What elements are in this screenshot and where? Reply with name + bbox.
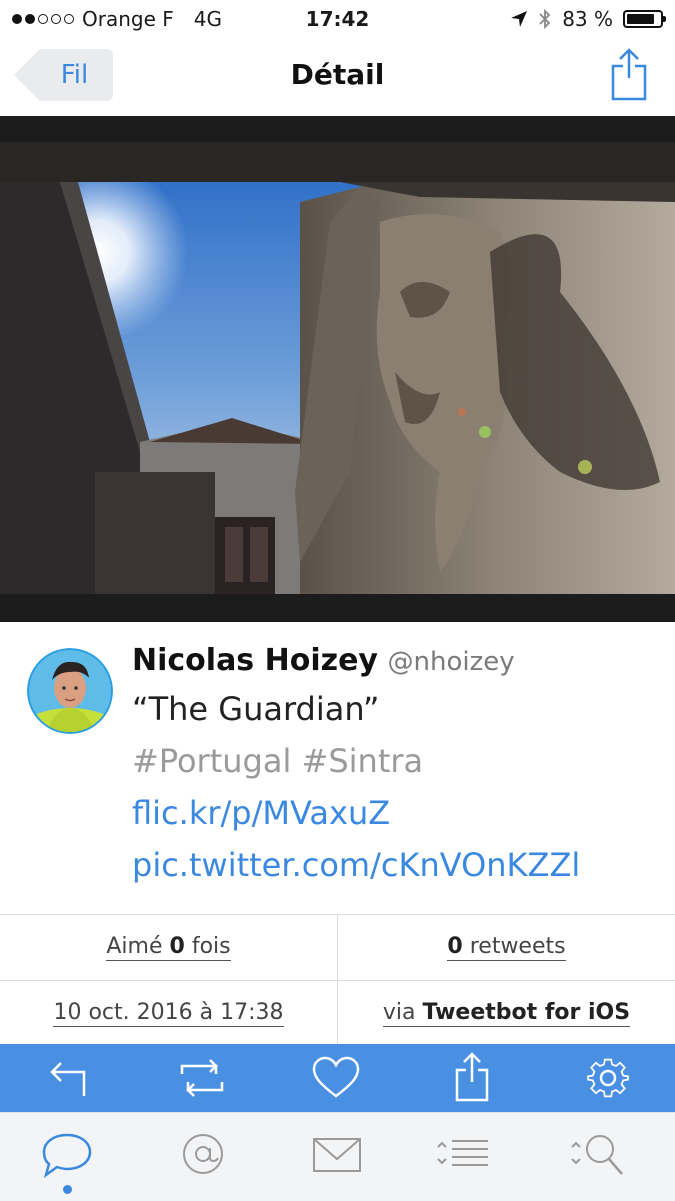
tweet-client[interactable]: via Tweetbot for iOS	[338, 981, 675, 1045]
tweet-action-bar	[0, 1044, 675, 1112]
location-arrow-icon	[511, 11, 528, 27]
tweet-photo[interactable]	[0, 142, 675, 594]
via-prefix: via	[382, 999, 416, 1025]
likes-stat-text: Aimé 0 fois	[106, 933, 231, 961]
tweet-detail: Nicolas Hoizey @nhoizey “The Guardian” #…	[0, 622, 675, 914]
tweet-date-text: 10 oct. 2016 à 17:38	[53, 999, 284, 1027]
tweet-hashtags[interactable]: #Portugal #Sintra	[132, 735, 662, 787]
tweet-body: Nicolas Hoizey @nhoizey “The Guardian” #…	[132, 640, 662, 891]
tab-bar	[0, 1112, 675, 1201]
reply-icon[interactable]	[42, 1052, 94, 1104]
at-icon[interactable]	[176, 1129, 230, 1179]
retweets-stat[interactable]: 0 retweets	[338, 915, 675, 979]
tweet-text-quote: “The Guardian”	[132, 690, 380, 728]
back-button-label: Fil	[60, 60, 89, 90]
tweet-client-text: via Tweetbot for iOS	[382, 999, 631, 1027]
speech-bubble-icon[interactable]	[40, 1129, 94, 1179]
network-type: 4G	[193, 7, 222, 31]
navigation-bar: Fil Détail	[0, 38, 675, 117]
back-button[interactable]: Fil	[14, 49, 113, 101]
share-icon[interactable]	[446, 1052, 498, 1104]
author-name[interactable]: Nicolas Hoizey	[132, 643, 378, 678]
retweets-count: 0	[447, 933, 463, 959]
signal-strength-icon	[12, 14, 74, 24]
list-icon[interactable]	[436, 1129, 490, 1179]
battery-percent: 83 %	[562, 7, 613, 31]
status-right: 83 %	[510, 7, 666, 31]
tweet-stats: Aimé 0 fois 0 retweets 10 oct. 2016 à 17…	[0, 914, 675, 1045]
active-tab-indicator	[63, 1185, 72, 1194]
status-bar: Orange F 4G 17:42 83 %	[0, 0, 675, 38]
battery-icon	[623, 10, 666, 28]
tweet-date[interactable]: 10 oct. 2016 à 17:38	[0, 981, 337, 1045]
carrier-name: Orange F	[82, 7, 174, 31]
client-name: Tweetbot for iOS	[422, 999, 631, 1025]
retweet-icon[interactable]	[176, 1052, 228, 1104]
tweet-link-flickr[interactable]: flic.kr/p/MVaxuZ	[132, 787, 662, 839]
retweets-stat-text: 0 retweets	[447, 933, 566, 961]
tweet-link-pic[interactable]: pic.twitter.com/cKnVOnKZZl	[132, 839, 662, 891]
likes-suffix: fois	[191, 933, 231, 959]
status-left: Orange F 4G	[12, 7, 222, 31]
stats-divider-horizontal	[0, 980, 675, 981]
bluetooth-icon	[539, 8, 551, 30]
search-icon[interactable]	[570, 1129, 624, 1179]
likes-stat[interactable]: Aimé 0 fois	[0, 915, 337, 979]
share-icon[interactable]	[609, 46, 649, 102]
heart-icon[interactable]	[310, 1052, 362, 1104]
gear-icon[interactable]	[582, 1052, 634, 1104]
author-line[interactable]: Nicolas Hoizey @nhoizey	[132, 640, 662, 683]
likes-count: 0	[169, 933, 185, 959]
envelope-icon[interactable]	[310, 1129, 364, 1179]
photo-viewer[interactable]	[0, 116, 675, 699]
retweets-label: retweets	[469, 933, 566, 959]
author-handle[interactable]: @nhoizey	[388, 647, 515, 677]
avatar[interactable]	[27, 648, 113, 734]
likes-prefix: Aimé	[106, 933, 163, 959]
